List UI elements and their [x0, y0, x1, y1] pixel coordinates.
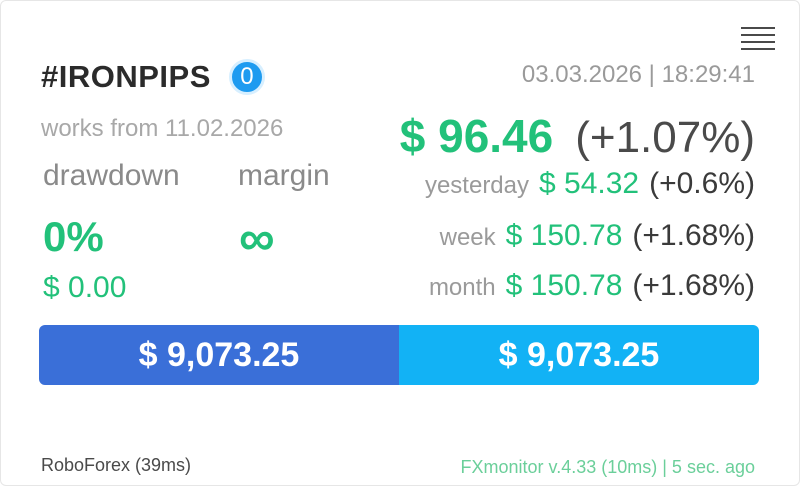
- works-from-label: works from 11.02.2026: [41, 115, 284, 142]
- equity-value: $ 9,073.25: [399, 325, 759, 385]
- margin-value: ∞: [239, 210, 275, 266]
- profit-amount: $ 96.46: [399, 110, 554, 162]
- profit-percent: (+1.07%): [575, 113, 755, 162]
- account-card: #IRONPIPS 0 03.03.2026 | 18:29:41 works …: [0, 0, 800, 486]
- stat-label: month: [428, 274, 496, 301]
- stat-label: week: [439, 224, 496, 251]
- drawdown-value: 0%: [43, 213, 104, 260]
- account-name: #IRONPIPS: [41, 59, 211, 94]
- stat-row-month: month $ 150.78 (+1.68%): [429, 269, 755, 303]
- balance-value: $ 9,073.25: [39, 325, 399, 385]
- hamburger-menu-icon[interactable]: [741, 27, 775, 51]
- account-header: #IRONPIPS 0: [41, 55, 265, 99]
- profit-today: $ 96.46 (+1.07%): [400, 109, 755, 163]
- stat-row-week: week $ 150.78 (+1.68%): [440, 219, 755, 253]
- notification-badge[interactable]: 0: [228, 59, 265, 95]
- app-version-info: FXmonitor v.4.33 (10ms) | 5 sec. ago: [460, 457, 755, 477]
- margin-label: margin: [238, 159, 330, 192]
- stat-amount: $ 150.78: [505, 219, 623, 252]
- stat-label: yesterday: [424, 172, 530, 199]
- stat-percent: (+1.68%): [632, 219, 755, 252]
- datetime: 03.03.2026 | 18:29:41: [521, 61, 755, 88]
- stat-amount: $ 54.32: [539, 167, 640, 200]
- stat-percent: (+0.6%): [649, 167, 755, 200]
- stat-percent: (+1.68%): [632, 269, 755, 302]
- broker-info: RoboForex (39ms): [41, 455, 192, 475]
- drawdown-amount: $ 0.00: [43, 271, 127, 304]
- stat-amount: $ 150.78: [505, 269, 623, 302]
- balance-bar: $ 9,073.25 $ 9,073.25: [39, 325, 759, 385]
- drawdown-label: drawdown: [43, 159, 180, 192]
- stat-row-yesterday: yesterday $ 54.32 (+0.6%): [425, 167, 755, 201]
